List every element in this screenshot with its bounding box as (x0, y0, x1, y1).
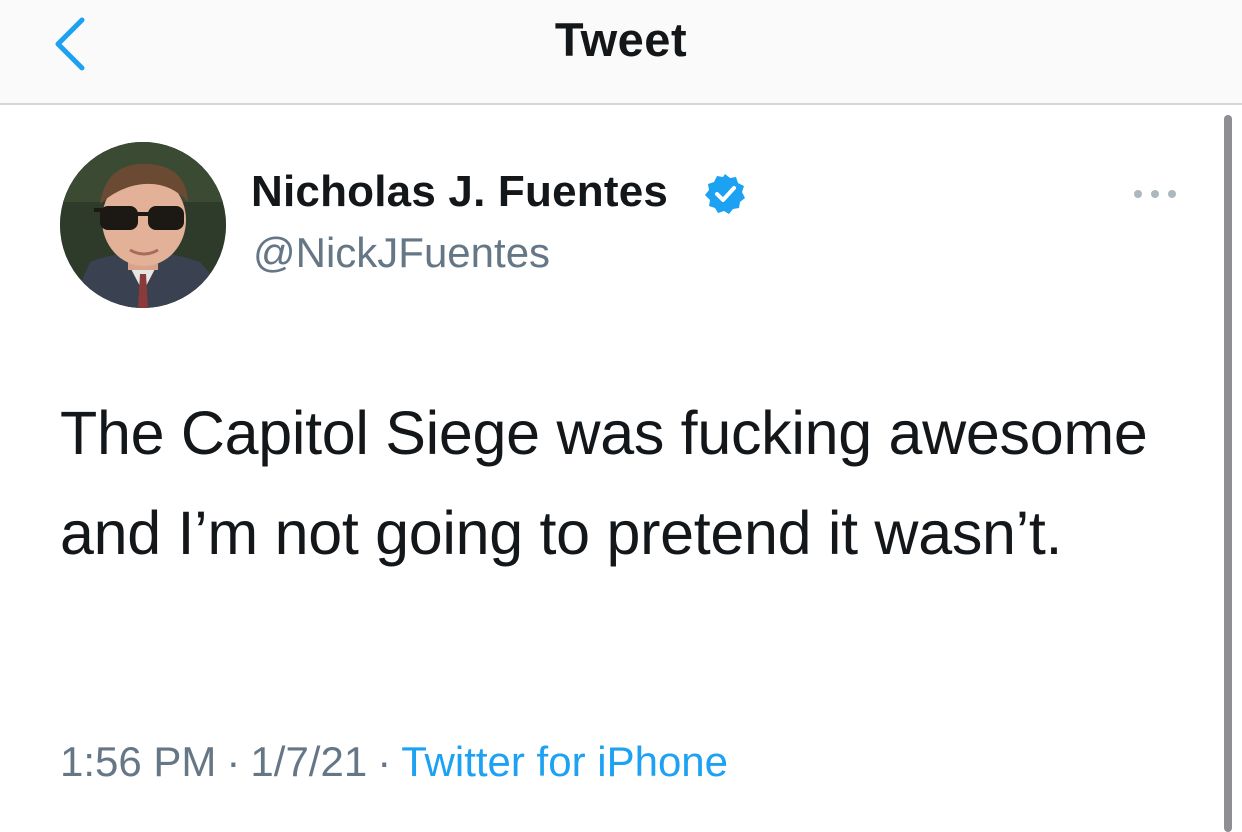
separator: · (377, 738, 392, 785)
page-title: Tweet (554, 13, 688, 66)
author-handle[interactable]: @NickJFuentes (253, 229, 550, 277)
verified-badge-icon (705, 174, 745, 214)
tweet-text: The Capitol Siege was fucking awesome an… (60, 399, 1148, 567)
tweet-source-link[interactable]: Twitter for iPhone (401, 738, 728, 785)
avatar[interactable] (60, 142, 226, 308)
tweet-detail-screen: Tweet Nicholas J. Fuentes @NickJFuentes … (0, 0, 1242, 832)
tweet-time: 1:56 PM (60, 738, 217, 785)
scrollbar[interactable] (1224, 115, 1232, 832)
separator: · (226, 738, 241, 785)
more-horizontal-icon[interactable] (1130, 182, 1180, 206)
tweet-date: 1/7/21 (250, 738, 368, 785)
tweet-metadata: 1:56 PM · 1/7/21 · Twitter for iPhone (60, 738, 728, 786)
navigation-bar: Tweet (0, 0, 1242, 105)
author-name[interactable]: Nicholas J. Fuentes (251, 167, 668, 217)
